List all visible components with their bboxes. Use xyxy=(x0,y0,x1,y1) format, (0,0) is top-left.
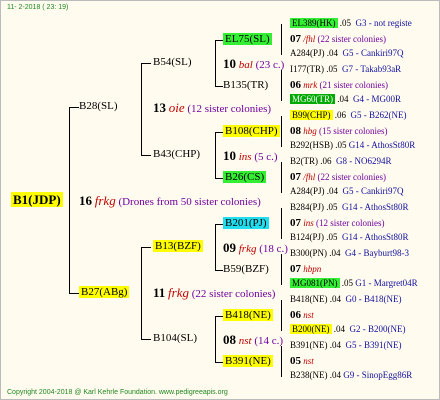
root-note: (Drones from 50 sister colonies) xyxy=(118,196,261,208)
node-b135[interactable]: B135(TR) xyxy=(223,80,268,91)
g4-row[interactable]: B2(TR) .06 G8 - NO6294R xyxy=(290,157,392,166)
node-b59[interactable]: B59(BZF) xyxy=(223,264,269,275)
g4-row: 05 nst xyxy=(290,355,314,367)
root-id: B1(JDP) xyxy=(11,192,63,207)
b104-info: 08 nst (14 c.) xyxy=(223,332,284,347)
node-b391[interactable]: B391(NE) xyxy=(223,355,273,367)
connector xyxy=(281,254,282,285)
connector xyxy=(281,162,282,193)
g4-row: 08 hbg (15 sister colonies) xyxy=(290,125,388,137)
connector xyxy=(141,63,142,155)
connector xyxy=(281,116,282,147)
connector xyxy=(281,208,282,239)
g4-row[interactable]: B418(NE) .04 G0 - B418(NE) xyxy=(290,295,402,304)
node-b418[interactable]: B418(NE) xyxy=(223,309,273,321)
b13-info: 09 frkg (18 c.) xyxy=(223,240,288,255)
g4-row[interactable]: MG60(TR) .04 G4 - MG00R xyxy=(290,94,401,104)
g4-row[interactable]: I177(TR) .05 G7 - Takab93aR xyxy=(290,65,401,74)
node-el75[interactable]: EL75(SL) xyxy=(223,33,272,45)
g4-row[interactable]: B284(PJ) .05 G14 - AthosSt80R xyxy=(290,203,409,212)
connector xyxy=(215,132,216,178)
connector xyxy=(281,70,282,101)
connector xyxy=(215,362,223,363)
g4-row[interactable]: B300(PN) .04 G4 - Bayburt98-3 xyxy=(290,249,409,258)
connector xyxy=(215,224,216,270)
connector xyxy=(141,63,151,64)
g4-row[interactable]: A284(PJ) .04 G5 - Cankiri97Q xyxy=(290,49,404,58)
g4-row[interactable]: B99(CHP) .06 G5 - B262(NE) xyxy=(290,110,407,120)
connector xyxy=(141,247,151,248)
g4-row[interactable]: MG081(PN) .05 G1 - Margret04R xyxy=(290,278,418,288)
g4-row: 07 /fhl (22 sister colonies) xyxy=(290,171,386,183)
connector xyxy=(281,24,282,55)
node-b54[interactable]: B54(SL) xyxy=(153,57,192,68)
g4-row: 07 ins (12 sister colonies) xyxy=(290,217,385,229)
node-b201[interactable]: B201(PJ) xyxy=(223,217,269,229)
node-b43[interactable]: B43(CHP) xyxy=(153,149,200,160)
node-b13[interactable]: B13(BZF) xyxy=(153,240,203,252)
connector xyxy=(215,316,216,362)
g4-row: 06 nst xyxy=(290,309,314,321)
connector xyxy=(281,300,282,331)
connector xyxy=(215,178,223,179)
connector xyxy=(69,293,79,294)
timestamp: 11- 2-2018 ( 23: 19) xyxy=(7,4,69,11)
b28-info: 13 oie (12 sister colonies) xyxy=(153,100,272,115)
g4-row: 07 /fhl (22 sister colonies) xyxy=(290,33,386,45)
connector xyxy=(141,247,142,339)
g4-row[interactable]: EL389(HK) .05 G3 - not registe xyxy=(290,18,412,28)
connector xyxy=(281,346,282,377)
connector xyxy=(215,316,223,317)
g4-row: 07 hbpn xyxy=(290,263,322,275)
connector xyxy=(215,224,223,225)
copyright: Copyright 2004-2018 @ Karl Kehrle Founda… xyxy=(7,389,228,396)
connector xyxy=(69,107,70,293)
g4-row[interactable]: A284(PJ) .04 G5 - Cankiri97Q xyxy=(290,187,404,196)
g4-row: 06 mrk (21 sister colonies) xyxy=(290,79,388,91)
g4-row[interactable]: B238(NE) .04 G9 - SinopEgg86R xyxy=(290,371,412,380)
node-b27[interactable]: B27(ABg) xyxy=(79,286,130,298)
root-node[interactable]: B1(JDP) xyxy=(11,192,63,207)
connector xyxy=(215,40,216,86)
node-b104[interactable]: B104(SL) xyxy=(153,333,197,344)
root-name: frkg xyxy=(94,193,116,208)
node-b108[interactable]: B108(CHP) xyxy=(223,125,280,137)
connector xyxy=(141,339,151,340)
connector xyxy=(141,155,151,156)
g4-row[interactable]: B391(NE) .04 G5 - B391(NE) xyxy=(290,341,402,350)
connector xyxy=(215,132,223,133)
g4-row[interactable]: B124(PJ) .05 G14 - AthosSt80R xyxy=(290,233,409,242)
node-b26[interactable]: B26(CS) xyxy=(223,171,267,183)
b43-info: 10 ins (5 c.) xyxy=(223,148,278,163)
connector xyxy=(215,270,223,271)
b27-info: 11 frkg (22 sister colonies) xyxy=(153,285,276,300)
root-info: 16 frkg (Drones from 50 sister colonies) xyxy=(79,194,261,208)
g4-row[interactable]: B200(NE) .04 G2 - B200(NE) xyxy=(290,324,406,334)
g4-row[interactable]: B292(HSB) .05 G14 - AthosSt80R xyxy=(290,141,415,150)
root-gen: 16 xyxy=(79,193,92,208)
b54-info: 10 bal (23 c.) xyxy=(223,56,285,71)
pedigree-canvas: 11- 2-2018 ( 23: 19) B1(JDP) 16 frkg (Dr… xyxy=(0,0,440,400)
connector xyxy=(215,40,223,41)
node-b28[interactable]: B28(SL) xyxy=(79,101,118,112)
connector xyxy=(69,107,79,108)
connector xyxy=(215,86,223,87)
